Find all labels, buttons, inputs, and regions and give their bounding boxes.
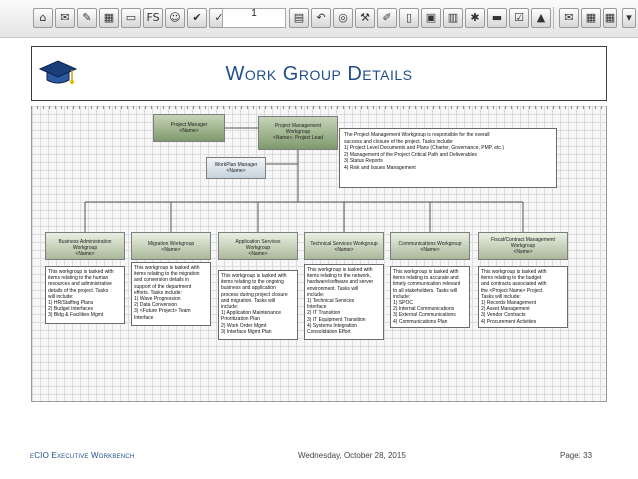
desc-line: 3) Bldg & Facilities Mgmt (48, 312, 104, 319)
edit-icon[interactable]: ✐ (377, 8, 397, 28)
title-banner: Work Group Details (31, 46, 607, 101)
desc-line: 4) Procurement Activities (481, 318, 537, 325)
desc-line: timely communication relevant (393, 281, 461, 288)
desc-line: process during project closure (221, 291, 288, 298)
application-services-description: This workgroup is tasked with items rela… (218, 270, 298, 340)
checklist-icon[interactable]: ☑ (509, 8, 529, 28)
toolbar: ⌂ ✉ ✎ ▦ ▭ FS ☺ ✔ ✓ ▤ ↶ ◎ ⚒ ✐ ▯ ▣ ▥ ✱ ▬ ☑ ▲ ✉ ▦ ▦ ▾ 1 (0, 0, 638, 38)
pm-description: The Project Management Workgroup is resp… (339, 128, 557, 188)
pen-icon[interactable]: ✎ (77, 8, 97, 28)
wrench-icon[interactable]: ⚒ (355, 8, 375, 28)
page-number-field[interactable]: 1 (222, 8, 286, 28)
desc-line: 4) Communications Plan (393, 318, 448, 325)
mail-icon[interactable]: ✉ (55, 8, 75, 28)
workgroup-line2: <Name> (161, 247, 181, 253)
page-title: Work Group Details (32, 63, 606, 86)
gallery-icon[interactable]: ▥ (443, 8, 463, 28)
footer-page-number: Page: 33 (560, 451, 593, 460)
footer-workbench-label: eCIO Executive Workbench (30, 451, 134, 460)
migration-description: This workgroup is tasked with items rela… (131, 262, 211, 326)
binoculars-icon[interactable]: ◎ (333, 8, 353, 28)
desc-line: to all stakeholders. Tasks will (393, 287, 458, 294)
pm-desc-line: 2) Management of the Project Critical Pa… (344, 151, 477, 158)
business-administration-description: This workgroup is tasked with items rela… (45, 266, 125, 324)
desc-line: Consolidation Effort (307, 329, 351, 336)
page-icon[interactable]: ▯ (399, 8, 419, 28)
communications-description: This workgroup is tasked with items rela… (390, 266, 470, 328)
footer-workbench-text: eCIO Executive Workbench (30, 451, 135, 460)
project-manager-box: Project Manager <Name> (153, 114, 225, 142)
workplan-manager-box: WorkPlan Manager <Name> (206, 157, 266, 179)
dropdown-icon[interactable]: ▾ (622, 8, 636, 28)
pm-workgroup-box: Project Management Workgroup <Name>, Pro… (258, 116, 338, 150)
home-icon[interactable]: ⌂ (33, 8, 53, 28)
workgroup-line3: <Name> (513, 249, 533, 255)
toolbar-separator (553, 7, 554, 29)
calendar-icon[interactable]: ▦ (581, 8, 601, 28)
desc-line: resources and administrative (48, 281, 112, 288)
workgroup-line3: <Name> (75, 251, 95, 257)
folder-icon[interactable]: ▭ (121, 8, 141, 28)
workgroup-line2: <Name> (334, 247, 354, 253)
communications-workgroup-box: Communications Workgroup <Name> (390, 232, 470, 260)
check-icon[interactable]: ✔ (187, 8, 207, 28)
undo-icon[interactable]: ↶ (311, 8, 331, 28)
technical-services-description: This workgroup is tasked with items rela… (304, 264, 384, 340)
application-services-workgroup-box: Application Services Workgroup <Name> (218, 232, 298, 260)
lock-icon[interactable]: ▲ (531, 8, 551, 28)
spreadsheet-icon[interactable]: ▦ (603, 8, 617, 28)
pm-desc-line: success and closure of the project. Task… (344, 138, 454, 145)
desc-line: 3) Interface Mgmt Plan (221, 328, 272, 335)
print-icon[interactable]: ▦ (99, 8, 119, 28)
pm-desc-line: 4) Risk and Issues Management (344, 164, 416, 171)
page-title-text: Work Group Details (225, 63, 413, 85)
tools-icon[interactable]: ✱ (465, 8, 485, 28)
workgroup-line2: <Name> (420, 247, 440, 253)
note-icon[interactable]: ▬ (487, 8, 507, 28)
document-icon[interactable]: ▤ (289, 8, 309, 28)
technical-services-workgroup-box: Technical Services Workgroup <Name> (304, 232, 384, 260)
fiscal-contract-workgroup-box: Fiscal/Contract Management Workgroup <Na… (478, 232, 568, 260)
desc-line: Interface (134, 314, 154, 321)
image-icon[interactable]: ▣ (421, 8, 441, 28)
ruler (31, 106, 607, 109)
smiley-icon[interactable]: ☺ (165, 8, 185, 28)
pm-desc-line: The Project Management Workgroup is resp… (344, 132, 490, 138)
workplan-manager-name: <Name> (226, 168, 246, 174)
envelope-icon[interactable]: ✉ (559, 8, 579, 28)
migration-workgroup-box: Migration Workgroup <Name> (131, 232, 211, 260)
desc-line: hardware/software and server (307, 279, 374, 286)
fiscal-contract-description: This workgroup is tasked with items rela… (478, 266, 568, 328)
pm-desc-line: 1) Project Level Documents and Plans (Ch… (344, 145, 504, 152)
desc-line: 3) External Communications (393, 312, 456, 319)
project-manager-name: <Name> (179, 128, 199, 134)
workgroup-line3: <Name> (248, 251, 268, 257)
footer-date: Wednesday, October 28, 2015 (298, 451, 406, 460)
pm-workgroup-line3: <Name>, Project Lead (272, 135, 324, 141)
fs-icon[interactable]: FS (143, 8, 163, 28)
pm-desc-line: 3) Status Reports (344, 158, 383, 165)
business-administration-workgroup-box: Business Administration Workgroup <Name> (45, 232, 125, 260)
